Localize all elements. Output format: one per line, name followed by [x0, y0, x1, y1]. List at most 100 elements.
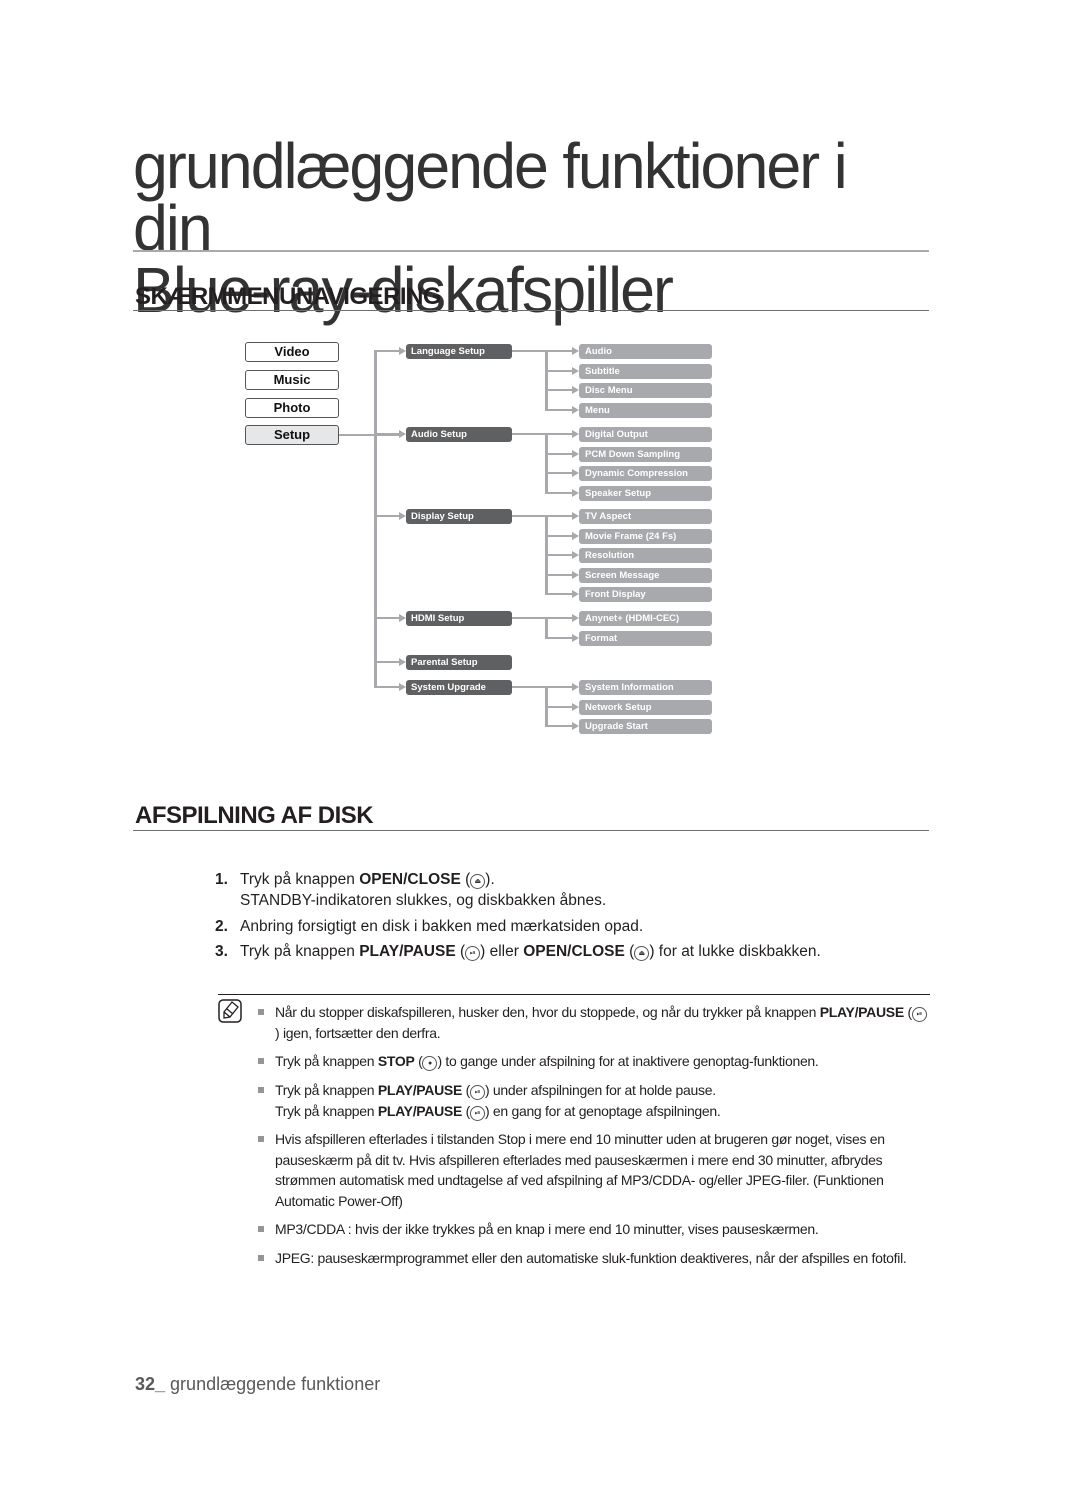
menu-option-front-display: Front Display — [579, 587, 712, 602]
connector-line — [546, 554, 573, 556]
note-text: MP3/CDDA : hvis der ikke trykkes på en k… — [275, 1221, 819, 1237]
button-name: OPEN/CLOSE — [523, 943, 625, 960]
arrow-icon — [572, 488, 579, 497]
step-text: Tryk på knappen — [240, 871, 360, 888]
section-divider — [133, 310, 929, 311]
note-item: MP3/CDDA : hvis der ikke trykkes på en k… — [258, 1219, 928, 1240]
connector-line — [546, 636, 573, 639]
step-text: Anbring forsigtigt en disk i bakken med … — [240, 918, 644, 935]
connector-line — [376, 515, 400, 517]
step-text: ) for at lukke diskbakken. — [649, 943, 821, 960]
note-text: Når du stopper diskafspilleren, husker d… — [275, 1004, 820, 1020]
note-pencil-icon — [218, 999, 242, 1023]
menu-option-upgrade-start: Upgrade Start — [579, 719, 712, 734]
play-pause-icon: ⏯ — [465, 946, 481, 961]
note-item: Når du stopper diskafspilleren, husker d… — [258, 1002, 928, 1043]
submenu-hdmi-setup: HDMI Setup — [406, 611, 512, 626]
menu-option-pcm-down-sampling: PCM Down Sampling — [579, 446, 712, 462]
arrow-icon — [572, 702, 579, 711]
bullet-icon — [258, 1255, 264, 1261]
menu-option-speaker-setup: Speaker Setup — [579, 485, 712, 501]
arrow-icon — [572, 469, 579, 477]
arrow-icon — [399, 658, 406, 666]
connector-line — [546, 617, 573, 619]
connector-trunk — [374, 350, 377, 688]
menu-option-resolution: Resolution — [579, 548, 712, 563]
menu-option-network-setup: Network Setup — [579, 699, 712, 715]
eject-icon: ⏏ — [634, 946, 650, 961]
bullet-icon — [258, 1226, 264, 1232]
connector-line — [546, 433, 573, 435]
connector-line — [376, 686, 400, 688]
note-text: Tryk på knappen — [275, 1102, 378, 1119]
step-text: Tryk på knappen — [240, 943, 360, 960]
title-line-1: grundlæggende funktioner i din — [133, 130, 848, 264]
submenu-display-setup: Display Setup — [406, 509, 512, 524]
connector-line — [546, 686, 573, 688]
note-divider — [218, 994, 930, 995]
step-text: ) eller — [480, 943, 524, 960]
note-text: Hvis afspilleren efterlades i tilstanden… — [275, 1131, 885, 1209]
submenu-parental-setup: Parental Setup — [406, 655, 512, 670]
stop-icon: ● — [422, 1056, 438, 1071]
button-name: PLAY/PAUSE — [377, 1082, 462, 1098]
main-menu-music: Music — [245, 370, 339, 390]
connector-line — [546, 705, 573, 708]
arrow-icon — [572, 430, 579, 438]
title-divider — [133, 250, 929, 252]
connector-line — [546, 472, 573, 474]
arrow-icon — [572, 614, 579, 622]
section-divider — [133, 830, 929, 831]
arrow-icon — [572, 722, 579, 730]
connector-line — [376, 617, 400, 619]
arrow-icon — [572, 405, 579, 414]
menu-option-system-information: System Information — [579, 680, 712, 695]
button-name: PLAY/PAUSE — [819, 1004, 904, 1020]
menu-option-anynet-hdmi-cec: Anynet+ (HDMI-CEC) — [579, 611, 712, 626]
connector-line — [546, 515, 573, 517]
arrow-icon — [572, 570, 579, 579]
button-name: STOP — [377, 1053, 415, 1069]
arrow-icon — [572, 531, 579, 540]
footer-section: grundlæggende funktioner — [165, 1374, 381, 1394]
step-2: 2. Anbring forsigtigt en disk i bakken me… — [215, 916, 643, 937]
connector-line — [512, 686, 546, 688]
connector-line — [546, 725, 573, 727]
menu-option-disc-menu: Disc Menu — [579, 383, 712, 398]
step-1: 1. Tryk på knappen OPEN/CLOSE (⏏). STANDB… — [215, 871, 607, 909]
connector-line — [546, 593, 573, 595]
arrow-icon — [572, 683, 579, 691]
menu-option-screen-message: Screen Message — [579, 567, 712, 583]
button-name: PLAY/PAUSE — [359, 943, 456, 960]
button-name: PLAY/PAUSE — [377, 1102, 462, 1119]
note-item: Tryk på knappen PLAY/PAUSE (⏯) under afs… — [258, 1080, 928, 1121]
menu-option-subtitle: Subtitle — [579, 363, 712, 379]
note-text: ) en gang for at genoptage afspilningen. — [484, 1102, 721, 1119]
eject-icon: ⏏ — [470, 874, 486, 889]
connector-line — [546, 491, 573, 494]
note-text: JPEG: pauseskærmprogrammet eller den aut… — [275, 1250, 907, 1266]
connector-line — [376, 661, 400, 663]
step-text: ). — [485, 871, 495, 888]
menu-option-dynamic-compression: Dynamic Compression — [579, 466, 712, 481]
arrow-icon — [399, 430, 406, 438]
connector-line — [512, 350, 546, 352]
submenu-language-setup: Language Setup — [406, 344, 512, 359]
arrow-icon — [572, 590, 579, 598]
play-pause-icon: ⏯ — [469, 1085, 485, 1100]
connector-line — [512, 617, 546, 619]
connector-line — [546, 389, 573, 391]
connector-line — [512, 433, 546, 435]
step-number: 2. — [215, 918, 228, 935]
play-pause-icon: ⏯ — [469, 1105, 485, 1121]
menu-option-movie-frame-24-fs: Movie Frame (24 Fs) — [579, 528, 712, 544]
connector-line — [546, 408, 573, 411]
submenu-audio-setup: Audio Setup — [406, 427, 512, 442]
button-name: OPEN/CLOSE — [359, 871, 461, 888]
menu-option-audio: Audio — [579, 344, 712, 359]
connector-line — [546, 350, 573, 352]
section-heading-menu-navigation: SKÆRMMENUNAVIGERING — [135, 283, 442, 310]
connector-line — [512, 515, 546, 517]
note-text: ) igen, fortsætter den derfra. — [275, 1024, 441, 1041]
menu-option-format: Format — [579, 630, 712, 646]
